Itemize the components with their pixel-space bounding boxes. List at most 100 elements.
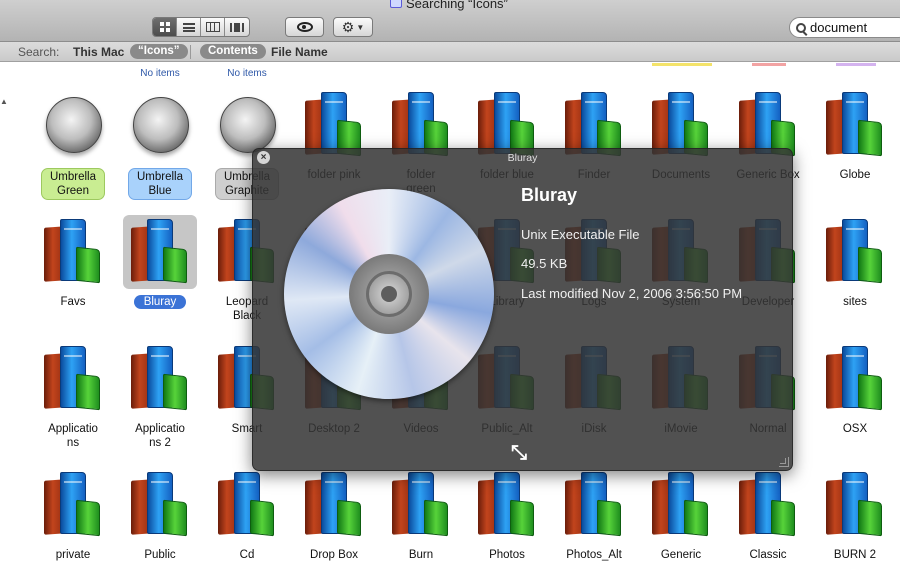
books-icon bbox=[129, 346, 191, 411]
file-item[interactable]: Photos bbox=[464, 472, 550, 562]
file-item[interactable]: Drop Box bbox=[291, 472, 377, 562]
list-view-button[interactable] bbox=[177, 18, 201, 36]
books-icon bbox=[129, 219, 191, 284]
quicklook-panel[interactable]: × Bluray Bluray Unix Executable File 49.… bbox=[252, 148, 793, 471]
books-icon bbox=[737, 472, 799, 537]
books-icon bbox=[824, 346, 886, 411]
file-item-label: Globe bbox=[815, 168, 895, 182]
file-item-label: Umbrella Green bbox=[33, 168, 113, 200]
file-icon-frame bbox=[644, 468, 718, 542]
file-item-label: Classic bbox=[728, 548, 808, 562]
file-item-label: Photos bbox=[467, 548, 547, 562]
file-name-text: Applicatio ns 2 bbox=[135, 423, 185, 449]
file-item-label: Photos_Alt bbox=[554, 548, 634, 562]
file-icon-frame bbox=[731, 468, 805, 542]
scope-divider bbox=[190, 45, 191, 59]
file-item[interactable]: Applicatio ns bbox=[30, 346, 116, 450]
icon-view-button[interactable] bbox=[153, 18, 177, 36]
file-name-text: Umbrella Green bbox=[40, 168, 105, 200]
file-item[interactable]: Umbrella Blue bbox=[117, 93, 203, 200]
file-item[interactable]: OSX bbox=[812, 346, 898, 436]
file-icon-frame bbox=[557, 468, 631, 542]
file-item[interactable]: Classic bbox=[725, 472, 811, 562]
file-item[interactable]: private bbox=[30, 472, 116, 562]
file-icon-frame bbox=[818, 88, 892, 162]
file-item[interactable]: BURN 2 bbox=[812, 472, 898, 562]
scope-this-mac[interactable]: This Mac bbox=[73, 45, 124, 59]
eye-icon bbox=[296, 22, 313, 32]
file-name-text: sites bbox=[843, 296, 867, 308]
action-menu-button[interactable]: ⚙ ▼ bbox=[333, 17, 373, 37]
file-icon-frame bbox=[210, 468, 284, 542]
file-item[interactable]: Photos_Alt bbox=[551, 472, 637, 562]
file-icon-frame bbox=[123, 468, 197, 542]
file-item-label: Umbrella Blue bbox=[120, 168, 200, 200]
file-item-label: Bluray bbox=[120, 295, 200, 309]
file-name-text: Favs bbox=[60, 296, 86, 308]
books-icon bbox=[42, 219, 104, 284]
file-item[interactable]: Globe bbox=[812, 92, 898, 182]
file-item-label: OSX bbox=[815, 422, 895, 436]
file-item-label: private bbox=[33, 548, 113, 562]
coverflow-view-icon bbox=[230, 22, 244, 32]
file-item[interactable]: Favs bbox=[30, 219, 116, 309]
file-item[interactable]: Umbrella Green bbox=[30, 93, 116, 200]
file-icon-frame bbox=[36, 468, 110, 542]
file-item-label: sites bbox=[815, 295, 895, 309]
quicklook-button[interactable] bbox=[285, 17, 324, 37]
partial-item-above bbox=[836, 63, 876, 66]
window-title: Searching “Icons” bbox=[390, 0, 508, 11]
sphere-icon bbox=[42, 93, 104, 157]
file-item[interactable]: Generic bbox=[638, 472, 724, 562]
file-name-text: Public bbox=[144, 549, 176, 561]
window-toolbar: Searching “Icons” ⚙ ▼ bbox=[0, 0, 900, 42]
fullscreen-icon[interactable]: ⤡ bbox=[511, 442, 527, 465]
quicklook-title: Bluray bbox=[507, 152, 538, 164]
search-folder-icon bbox=[390, 0, 402, 8]
file-name-text: Applicatio ns bbox=[48, 423, 98, 449]
file-icon-frame bbox=[36, 342, 110, 416]
sphere-icon bbox=[129, 93, 191, 157]
books-icon bbox=[563, 472, 625, 537]
file-icon-frame bbox=[470, 468, 544, 542]
books-icon bbox=[42, 472, 104, 537]
file-item[interactable]: Public bbox=[117, 472, 203, 562]
file-item[interactable]: Burn bbox=[378, 472, 464, 562]
file-icon-frame bbox=[36, 88, 110, 162]
file-item[interactable]: Bluray bbox=[117, 215, 203, 309]
search-scope-bar: Search: This Mac “Icons” Contents File N… bbox=[0, 42, 900, 62]
scroll-up-icon[interactable]: ▲ bbox=[0, 97, 8, 106]
file-icon-frame bbox=[818, 342, 892, 416]
file-icon-frame bbox=[123, 215, 197, 289]
column-view-button[interactable] bbox=[201, 18, 225, 36]
search-field[interactable] bbox=[789, 17, 900, 38]
file-item-label: Applicatio ns bbox=[33, 422, 113, 450]
gear-icon: ⚙ bbox=[341, 18, 355, 35]
icon-view-icon bbox=[159, 22, 170, 32]
file-icon-frame bbox=[123, 342, 197, 416]
scope-contents[interactable]: Contents bbox=[200, 44, 266, 59]
scope-icons-folder[interactable]: “Icons” bbox=[130, 44, 188, 59]
books-icon bbox=[390, 472, 452, 537]
quicklook-modified-date: Last modified Nov 2, 2006 3:56:50 PM bbox=[521, 286, 743, 301]
file-name-text: Generic bbox=[660, 549, 702, 561]
file-item[interactable]: Applicatio ns 2 bbox=[117, 346, 203, 450]
no-items-note: No items bbox=[140, 68, 180, 79]
file-name-text: Photos bbox=[489, 549, 525, 561]
file-name-text: Globe bbox=[839, 169, 871, 181]
file-item-label: Drop Box bbox=[294, 548, 374, 562]
file-item[interactable]: Cd bbox=[204, 472, 290, 562]
books-icon bbox=[824, 472, 886, 537]
scope-file-name[interactable]: File Name bbox=[271, 45, 328, 59]
file-icon-frame bbox=[818, 215, 892, 289]
search-input[interactable] bbox=[810, 20, 900, 35]
file-item-label: Public bbox=[120, 548, 200, 562]
coverflow-view-button[interactable] bbox=[225, 18, 249, 36]
resize-grip[interactable] bbox=[779, 457, 789, 467]
file-item[interactable]: sites bbox=[812, 219, 898, 309]
file-name-text: Bluray bbox=[133, 295, 187, 309]
books-icon bbox=[476, 472, 538, 537]
file-item-label: Burn bbox=[381, 548, 461, 562]
books-icon bbox=[824, 219, 886, 284]
view-mode-selector[interactable] bbox=[152, 17, 250, 37]
